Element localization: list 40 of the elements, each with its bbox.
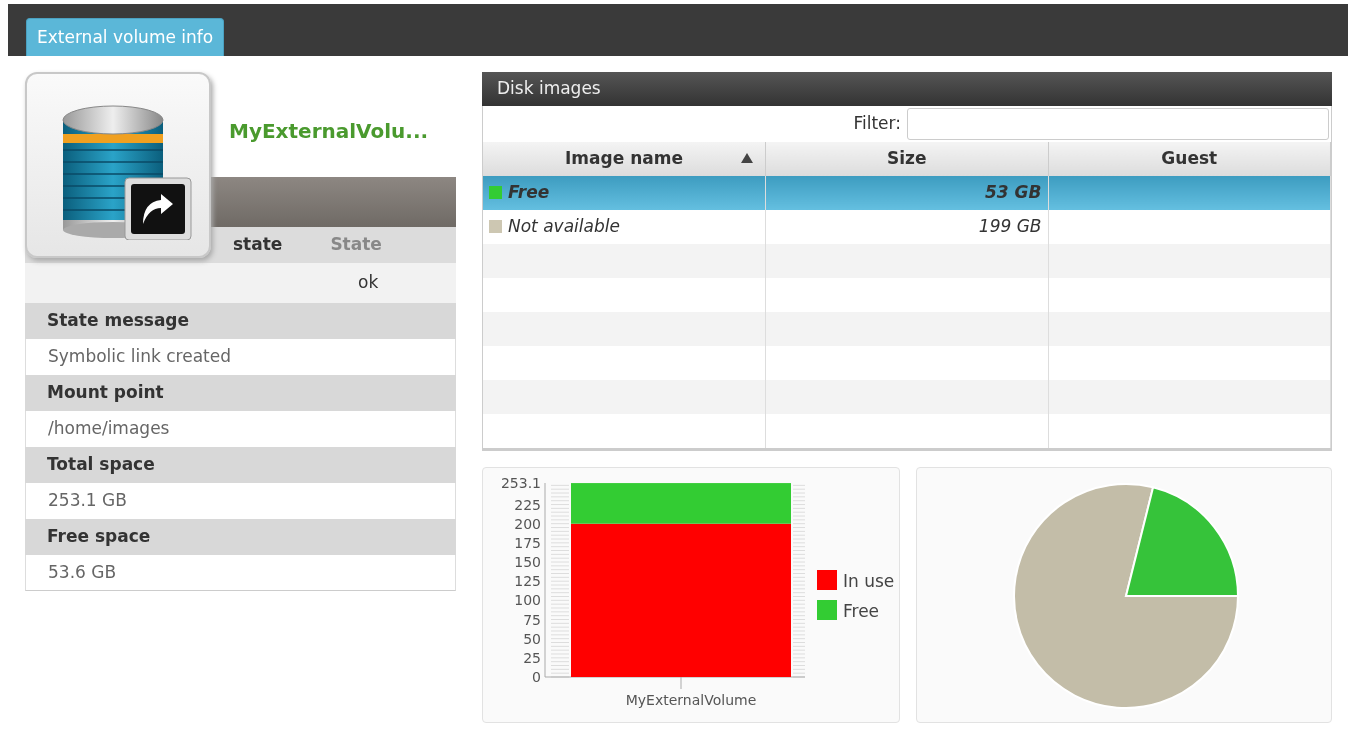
size-value: 53 GB (985, 181, 1042, 202)
field-value: /home/images (48, 417, 170, 441)
column-header[interactable]: Size (765, 141, 1048, 176)
tick-label: 100 (514, 591, 541, 608)
field-label: Free space (47, 525, 151, 549)
volume-name: MyExternalVolu... (229, 118, 429, 145)
column-header[interactable]: Guest (1048, 141, 1331, 176)
tick-label: 175 (514, 534, 541, 551)
field-label: State message (47, 309, 190, 333)
tick-label: 200 (514, 515, 541, 532)
legend-swatch (817, 599, 837, 620)
size-value: 199 GB (978, 215, 1042, 236)
state-value: ok (358, 271, 379, 295)
column-label: state (233, 233, 283, 257)
table-row[interactable]: Free 53 GB (483, 175, 1331, 210)
tick-label: 125 (514, 572, 541, 589)
tick-label: 150 (514, 553, 541, 570)
filter-field[interactable] (907, 107, 1329, 140)
field-value: 53.6 GB (48, 560, 117, 584)
tick-label: 50 (523, 630, 541, 647)
tick-label: 225 (514, 496, 541, 513)
field-value: Symbolic link created (48, 345, 232, 369)
column-header[interactable]: Image name (483, 141, 766, 176)
image-name: Free (508, 181, 550, 202)
category-label: MyExternalVolume (625, 691, 757, 708)
column-label: State (330, 233, 382, 257)
field-value: 253.1 GB (48, 489, 127, 513)
tick-label: 75 (523, 611, 541, 627)
field-label: Mount point (47, 381, 164, 405)
tick-label: 0 (532, 668, 541, 685)
legend-label: In use (843, 570, 895, 591)
tick-label: 253.1 (500, 474, 541, 491)
table-row[interactable]: Not available 199 GB (483, 209, 1331, 244)
filter-label: Filter: (853, 111, 901, 135)
field-label: Total space (47, 453, 155, 477)
legend-swatch (817, 569, 837, 590)
tick-label: 25 (523, 649, 541, 666)
image-name: Not available (508, 215, 620, 236)
legend-label: Free (843, 600, 880, 621)
panel-title: Disk images (482, 72, 1332, 106)
